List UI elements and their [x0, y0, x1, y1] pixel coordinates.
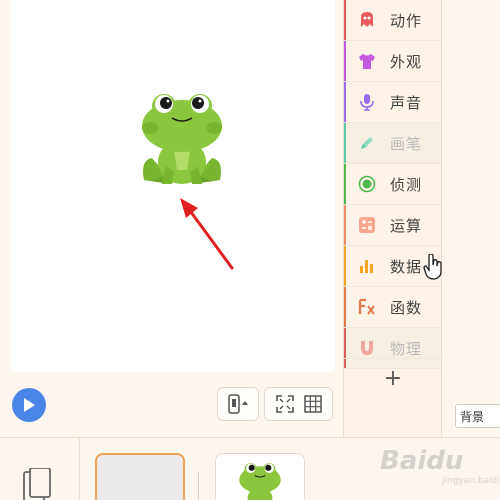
stage-canvas[interactable] [10, 0, 335, 372]
category-label: 数据 [390, 257, 423, 276]
sound-mic-icon [358, 93, 376, 111]
category-motion[interactable]: 动作 [344, 0, 441, 41]
block-category-list: 动作 外观 声音 画笔 侦测 运算 数据 函数 物理 + [343, 0, 442, 437]
right-panel: 背景 [443, 0, 500, 437]
watermark: Baidu jingyan.baidu.com [380, 446, 500, 486]
category-label: 动作 [390, 11, 423, 30]
category-label: 画笔 [390, 134, 423, 153]
category-stripe [344, 164, 346, 204]
sensing-icon [358, 175, 376, 193]
play-button[interactable] [12, 388, 46, 422]
grid-icon [303, 395, 322, 413]
category-sensing[interactable]: 侦测 [344, 164, 441, 205]
category-stripe [344, 246, 346, 286]
hand-cursor-icon [423, 254, 442, 280]
fullscreen-button[interactable] [275, 395, 294, 413]
sprite-panel: Baidu jingyan.baidu.com [0, 437, 500, 500]
category-functions[interactable]: 函数 [344, 287, 441, 328]
category-label: 侦测 [390, 175, 423, 194]
asset-library-icon[interactable] [22, 468, 54, 500]
play-icon [24, 398, 35, 412]
category-operators[interactable]: 运算 [344, 205, 441, 246]
stage-area [0, 0, 343, 437]
asset-library-area [0, 438, 80, 500]
category-sound[interactable]: 声音 [344, 82, 441, 123]
watermark-main: Baidu [380, 446, 464, 476]
phone-dropdown[interactable] [227, 394, 249, 414]
physics-magnet-icon [358, 339, 376, 357]
category-pen[interactable]: 画笔 [344, 123, 441, 164]
divider [198, 472, 199, 500]
data-chart-icon [358, 257, 376, 275]
category-stripe [344, 0, 346, 40]
frog-thumbnail-icon [239, 463, 281, 500]
category-stripe [344, 123, 346, 163]
category-label: 函数 [390, 298, 423, 317]
operators-icon [358, 216, 376, 234]
category-stripe [344, 82, 346, 122]
grid-button[interactable] [303, 395, 322, 413]
device-mode-toggle[interactable] [217, 387, 259, 421]
stage-view-tools [264, 387, 333, 421]
category-label: 声音 [390, 93, 423, 112]
motion-icon [358, 11, 376, 29]
phone-icon [228, 394, 248, 414]
background-select[interactable]: 背景 [455, 404, 500, 428]
category-looks[interactable]: 外观 [344, 41, 441, 82]
category-label: 物理 [390, 339, 423, 358]
add-extension-button[interactable]: + [344, 358, 442, 398]
functions-icon [358, 298, 376, 316]
category-label: 外观 [390, 52, 423, 71]
category-stripe [344, 41, 346, 81]
category-stripe [344, 287, 346, 327]
fullscreen-icon [275, 395, 294, 413]
sprite-thumbnail-frog[interactable] [215, 453, 305, 500]
category-label: 运算 [390, 216, 423, 235]
looks-shirt-icon [358, 52, 376, 70]
watermark-sub: jingyan.baidu.com [442, 476, 500, 486]
pen-icon [358, 134, 376, 152]
stage-thumbnail[interactable] [95, 453, 185, 500]
category-stripe [344, 205, 346, 245]
frog-sprite[interactable] [132, 88, 232, 192]
red-arrow-annotation [180, 198, 234, 270]
